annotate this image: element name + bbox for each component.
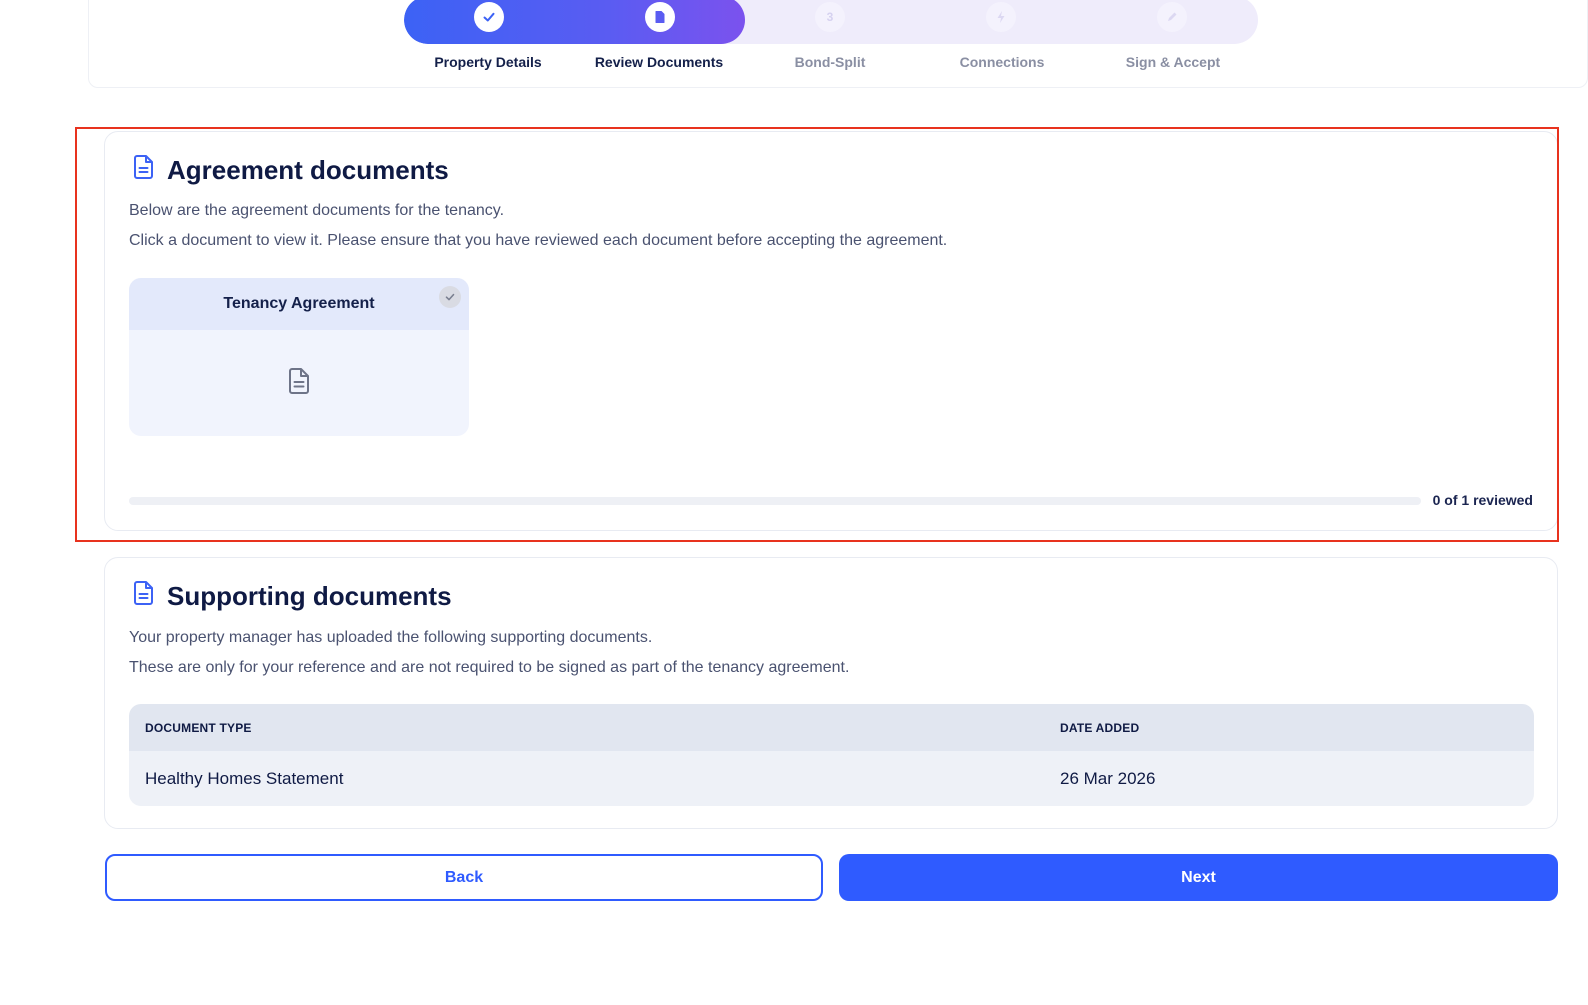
column-header-date-added: DATE ADDED [1044,704,1534,751]
agreement-documents-heading: Agreement documents [133,154,449,187]
agreement-intro-line-1: Below are the agreement documents for th… [129,202,505,219]
next-button[interactable]: Next [839,854,1558,901]
document-tile-name: Tenancy Agreement [223,295,375,312]
document-icon [133,580,155,613]
file-icon [287,367,311,400]
table-row[interactable]: Healthy Homes Statement 26 Mar 2026 [129,751,1534,806]
supporting-documents-card: Supporting documents Your property manag… [104,557,1558,829]
step-label-sign-accept: Sign & Accept [1125,54,1221,70]
stepper-progress-fill [404,0,745,44]
supporting-documents-title: Supporting documents [167,581,452,611]
step-3-number: 3 [815,2,845,32]
table-header-row: DOCUMENT TYPE DATE ADDED [129,704,1534,751]
column-header-document-type: DOCUMENT TYPE [129,704,1044,751]
step-label-property-details: Property Details [434,54,542,70]
reviewed-check-icon [439,286,461,308]
supporting-intro-line-2: These are only for your reference and ar… [129,659,850,676]
stepper-track: 3 [404,0,1258,44]
cell-date-added: 26 Mar 2026 [1044,751,1534,806]
step-1-check-icon [474,2,504,32]
agreement-intro-line-2: Click a document to view it. Please ensu… [129,232,948,249]
review-progress-bar [129,497,1421,505]
step-label-connections: Connections [959,54,1045,70]
step-label-bond-split: Bond-Split [794,54,866,70]
supporting-documents-heading: Supporting documents [133,580,452,613]
cell-document-type[interactable]: Healthy Homes Statement [129,751,1044,806]
document-tile-tenancy-agreement[interactable]: Tenancy Agreement [129,278,469,436]
step-4-lightning-icon [986,2,1016,32]
document-tile-preview [129,330,469,436]
agreement-documents-card: Agreement documents Below are the agreem… [104,131,1558,531]
step-2-document-icon [645,2,675,32]
supporting-documents-table: DOCUMENT TYPE DATE ADDED Healthy Homes S… [129,704,1534,806]
agreement-documents-title: Agreement documents [167,155,449,185]
back-button[interactable]: Back [105,854,823,901]
document-tile-header: Tenancy Agreement [129,278,469,330]
review-progress-text: 0 of 1 reviewed [1432,492,1533,508]
step-5-pencil-icon [1157,2,1187,32]
step-label-review-documents: Review Documents [594,54,724,70]
document-icon [133,154,155,187]
supporting-intro-line-1: Your property manager has uploaded the f… [129,629,653,646]
